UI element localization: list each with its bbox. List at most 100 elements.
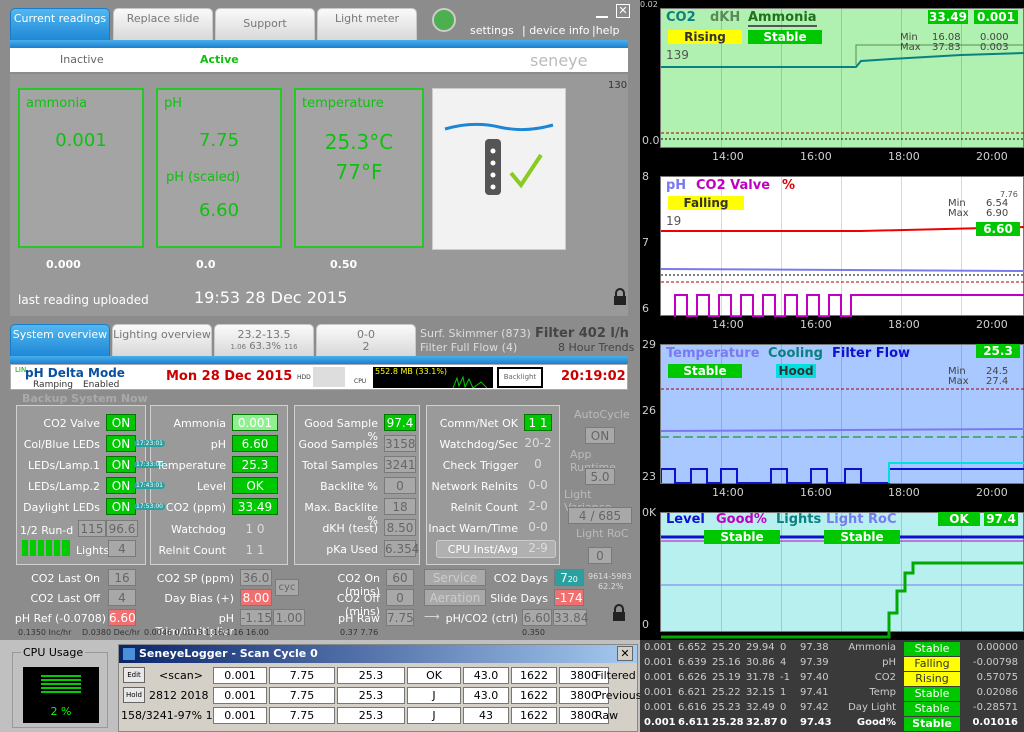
co2-days-value[interactable]: 720 (554, 569, 584, 586)
sample-0-value[interactable]: 97.4 (384, 414, 416, 431)
lock-icon-2[interactable] (612, 604, 626, 622)
tab-system-overview[interactable]: System overview (10, 324, 110, 358)
co2-sp-value[interactable]: 36.0 (240, 569, 272, 586)
settings-link[interactable]: settings (470, 24, 514, 37)
backlight-button[interactable]: Backlight (497, 367, 543, 388)
sensor-1-value[interactable]: 6.60 (232, 435, 278, 452)
co2-off-value[interactable]: 0 (386, 589, 414, 606)
service-button[interactable]: Service (424, 569, 486, 586)
log-cell: 43.0 (463, 687, 509, 704)
minimize-icon[interactable] (596, 6, 608, 18)
lightroc-value[interactable]: 0 (588, 547, 612, 564)
tab-current-readings[interactable]: Current readings (10, 8, 110, 42)
ph-trim-value[interactable]: -1.15 (240, 609, 272, 626)
blue-strip-2 (10, 356, 628, 364)
slide-days-value[interactable]: -174 (554, 589, 584, 606)
sensor-4-value[interactable]: 33.49 (232, 498, 278, 515)
x-tick: 14:00 (712, 150, 744, 163)
edit-button[interactable]: Edit (123, 667, 145, 683)
logger-mid1: 2812 2018 (149, 689, 209, 702)
comm-2-value[interactable]: 0 (524, 456, 552, 473)
sample-1-value[interactable]: 3158 (384, 435, 416, 452)
output-1-toggle[interactable]: ON (106, 435, 136, 452)
tab-photoperiod[interactable]: 23.2-13.5 1.06 63.3% 116 (214, 324, 314, 358)
sample-label: Good Samples (298, 438, 378, 451)
table-cell: 25.19 (712, 672, 741, 683)
tab-lighting-overview[interactable]: Lighting overview (112, 324, 212, 358)
ph-raw-value[interactable]: 7.75 (386, 609, 414, 626)
subtab-bar: Inactive Active seneye (10, 48, 628, 72)
trend-label: 8 Hour Trends (558, 341, 635, 354)
comm-5-value[interactable]: 0-0 (524, 519, 552, 536)
runtime-2[interactable]: 96.6 (106, 520, 138, 537)
co2-last-off-value[interactable]: 4 (108, 589, 136, 606)
output-4-toggle[interactable]: ON (106, 498, 136, 515)
runtime-value[interactable]: 5.0 (585, 468, 615, 485)
log-row-label: Raw (595, 709, 619, 722)
main-window: Current readings Replace slide Support L… (0, 0, 640, 640)
log-cell: 0.001 (213, 667, 267, 684)
table-cell: 32.87 (746, 717, 778, 728)
sample-5-value[interactable]: 8.50 (384, 519, 416, 536)
lock-icon[interactable] (613, 288, 627, 306)
logger-mid2: 158/3241-97% 1 (121, 709, 213, 722)
table-cell: 6.639 (678, 657, 707, 668)
wireless-icon (432, 8, 456, 32)
autocycle-value[interactable]: ON (585, 427, 615, 444)
cyc-button[interactable]: cyc (275, 579, 299, 596)
tab-light-meter[interactable]: Light meter (317, 8, 417, 42)
ph-co2-value-1[interactable]: 6.60 (522, 609, 552, 626)
max-val: 37.83 (932, 42, 961, 53)
logger-close-icon[interactable]: ✕ (617, 646, 633, 661)
ph-co2-value-2[interactable]: 33.84 (553, 609, 588, 626)
comm-4-value[interactable]: 2-0 (524, 498, 552, 515)
log-cell: 1622 (511, 687, 557, 704)
comm-1-value[interactable]: 20-2 (524, 435, 552, 452)
co2-last-on-value[interactable]: 16 (108, 569, 136, 586)
readings-panel: ammonia 0.001 pH 7.75 pH (scaled) 6.60 t… (10, 74, 628, 316)
photoperiod-sub-r: 116 (284, 343, 298, 351)
ph-ref-value[interactable]: 6.60 (108, 609, 136, 626)
lights-value[interactable]: 4 (108, 540, 136, 557)
foot-d: 0.37 7.76 (340, 628, 379, 637)
help-link[interactable]: |help (592, 24, 619, 37)
output-2-toggle[interactable]: ON (106, 456, 136, 473)
hold-button[interactable]: Hold (123, 687, 145, 703)
sensor-0-value[interactable]: 0.001 (232, 414, 278, 431)
table-cell: 32.49 (746, 702, 775, 713)
output-label: LEDs/Lamp.2 (27, 480, 100, 493)
device-info-link[interactable]: | device info (522, 24, 589, 37)
comm-6-value[interactable]: 2-9 (524, 540, 552, 557)
sample-2-value[interactable]: 3241 (384, 456, 416, 473)
sensor-3-value[interactable]: OK (232, 477, 278, 494)
comm-0-value[interactable]: 1 1 (524, 414, 552, 431)
sample-6-value[interactable]: 6.354 (384, 540, 419, 557)
table-cell: 0.02086 (976, 687, 1018, 698)
tab-active[interactable]: Active (200, 53, 239, 66)
sample-4-value[interactable]: 18 (384, 498, 416, 515)
filter-flow: Filter Full Flow (4) (420, 341, 518, 354)
co2-on-value[interactable]: 60 (386, 569, 414, 586)
tab-replace-slide[interactable]: Replace slide (113, 8, 213, 42)
output-3-toggle[interactable]: ON (106, 477, 136, 494)
comm-3-value[interactable]: 0-0 (524, 477, 552, 494)
sample-3-value[interactable]: 0 (384, 477, 416, 494)
lightvar-value[interactable]: 4 / 685 (568, 507, 632, 524)
table-cell: -1 (780, 672, 790, 683)
ph-raw-label: pH Raw (338, 612, 380, 625)
tab-inactive[interactable]: Inactive (60, 53, 104, 66)
day-bias-value[interactable]: 8.00 (240, 589, 272, 606)
ph-multiplier-value[interactable]: 1.00 (273, 609, 305, 626)
series-filter: Filter Flow (832, 346, 911, 361)
runtime-1[interactable]: 115 (78, 520, 106, 537)
sensor-2-value[interactable]: 25.3 (232, 456, 278, 473)
tab-support[interactable]: Support (215, 8, 315, 42)
backup-button[interactable]: Backup System Now (22, 392, 148, 405)
close-icon[interactable]: ✕ (616, 4, 630, 18)
aeration-button[interactable]: Aeration (424, 589, 486, 606)
sample-label: dKH (test) (322, 522, 378, 535)
foot-e: 0.350 (522, 628, 545, 637)
tab-counter[interactable]: 0-0 2 (316, 324, 416, 358)
output-0-toggle[interactable]: ON (106, 414, 136, 431)
table-cell: 0.01016 (972, 717, 1018, 728)
